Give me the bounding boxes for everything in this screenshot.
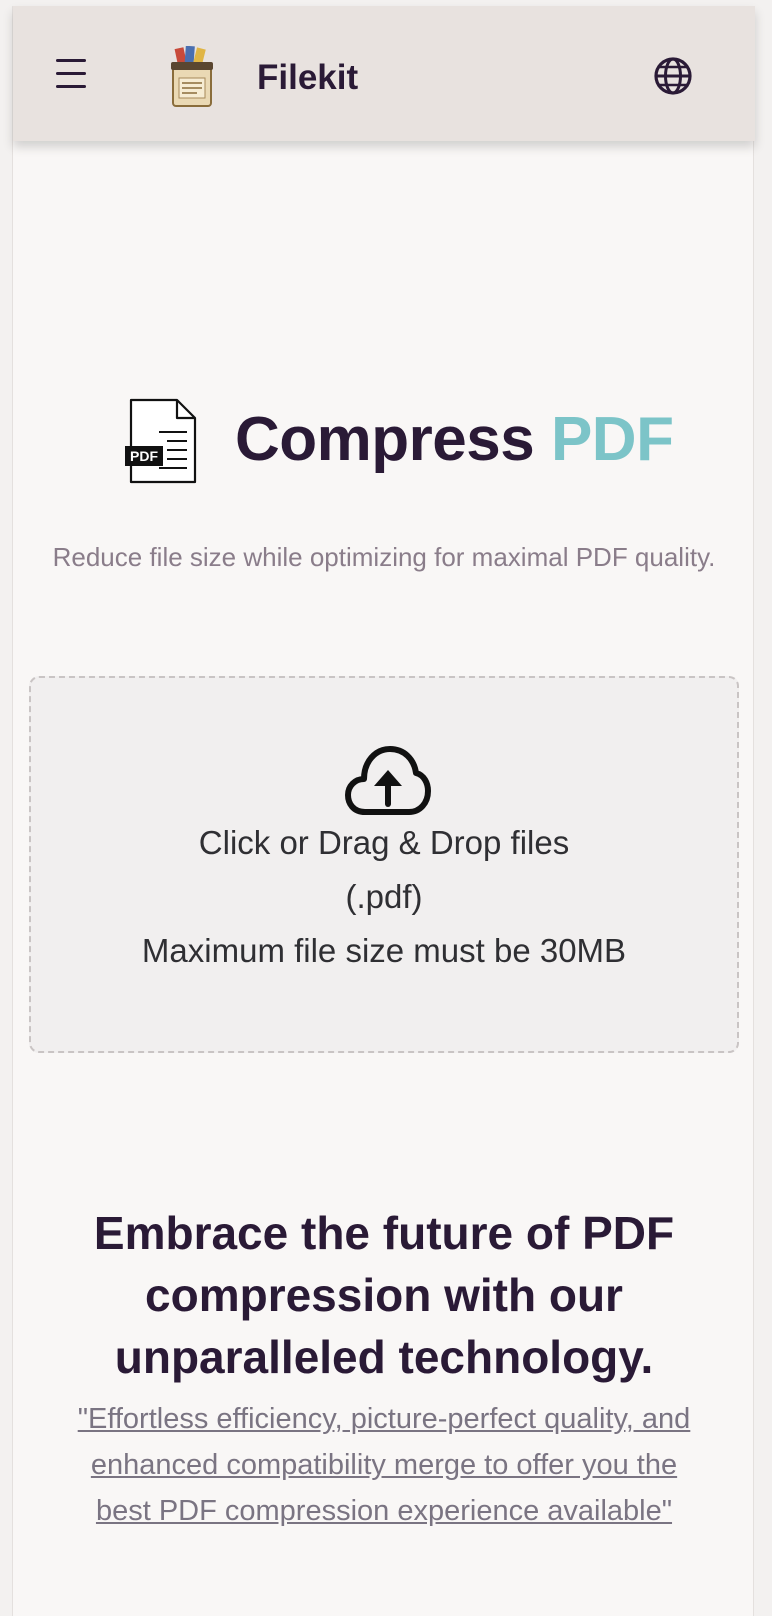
page: Filekit PDF Compress PDF Reduce file siz… [12, 6, 755, 1616]
cloud-upload-icon [345, 746, 431, 815]
globe-icon[interactable] [651, 54, 695, 98]
dropzone-size-limit: Maximum file size must be 30MB [141, 932, 627, 969]
promo-heading: Embrace the future of PDF compression wi… [93, 1207, 675, 1383]
page-title-main: Compress [235, 405, 535, 474]
file-dropzone[interactable]: Click or Drag & Drop files (.pdf) Maximu… [29, 676, 739, 1053]
hamburger-menu-icon-bar-middle [56, 72, 86, 75]
brand-name[interactable]: Filekit [257, 58, 358, 98]
pdf-file-icon-label: PDF [130, 448, 158, 464]
pdf-file-icon: PDF [125, 398, 197, 484]
menu-button[interactable] [51, 55, 91, 93]
hamburger-menu-icon-bar-bottom [56, 85, 86, 88]
dropzone-instruction: Click or Drag & Drop files [198, 824, 570, 861]
file-box-logo-icon[interactable] [169, 46, 215, 108]
page-subtitle: Reduce file size while optimizing for ma… [52, 542, 716, 572]
navbar: Filekit [13, 6, 755, 141]
page-title: Compress PDF [235, 404, 674, 475]
promo-quote-link[interactable]: "Effortless efficiency, picture-perfect … [73, 1396, 695, 1534]
page-title-accent: PDF [550, 405, 674, 474]
hamburger-menu-icon-bar-top [56, 59, 86, 62]
dropzone-file-types: (.pdf) [345, 878, 423, 915]
